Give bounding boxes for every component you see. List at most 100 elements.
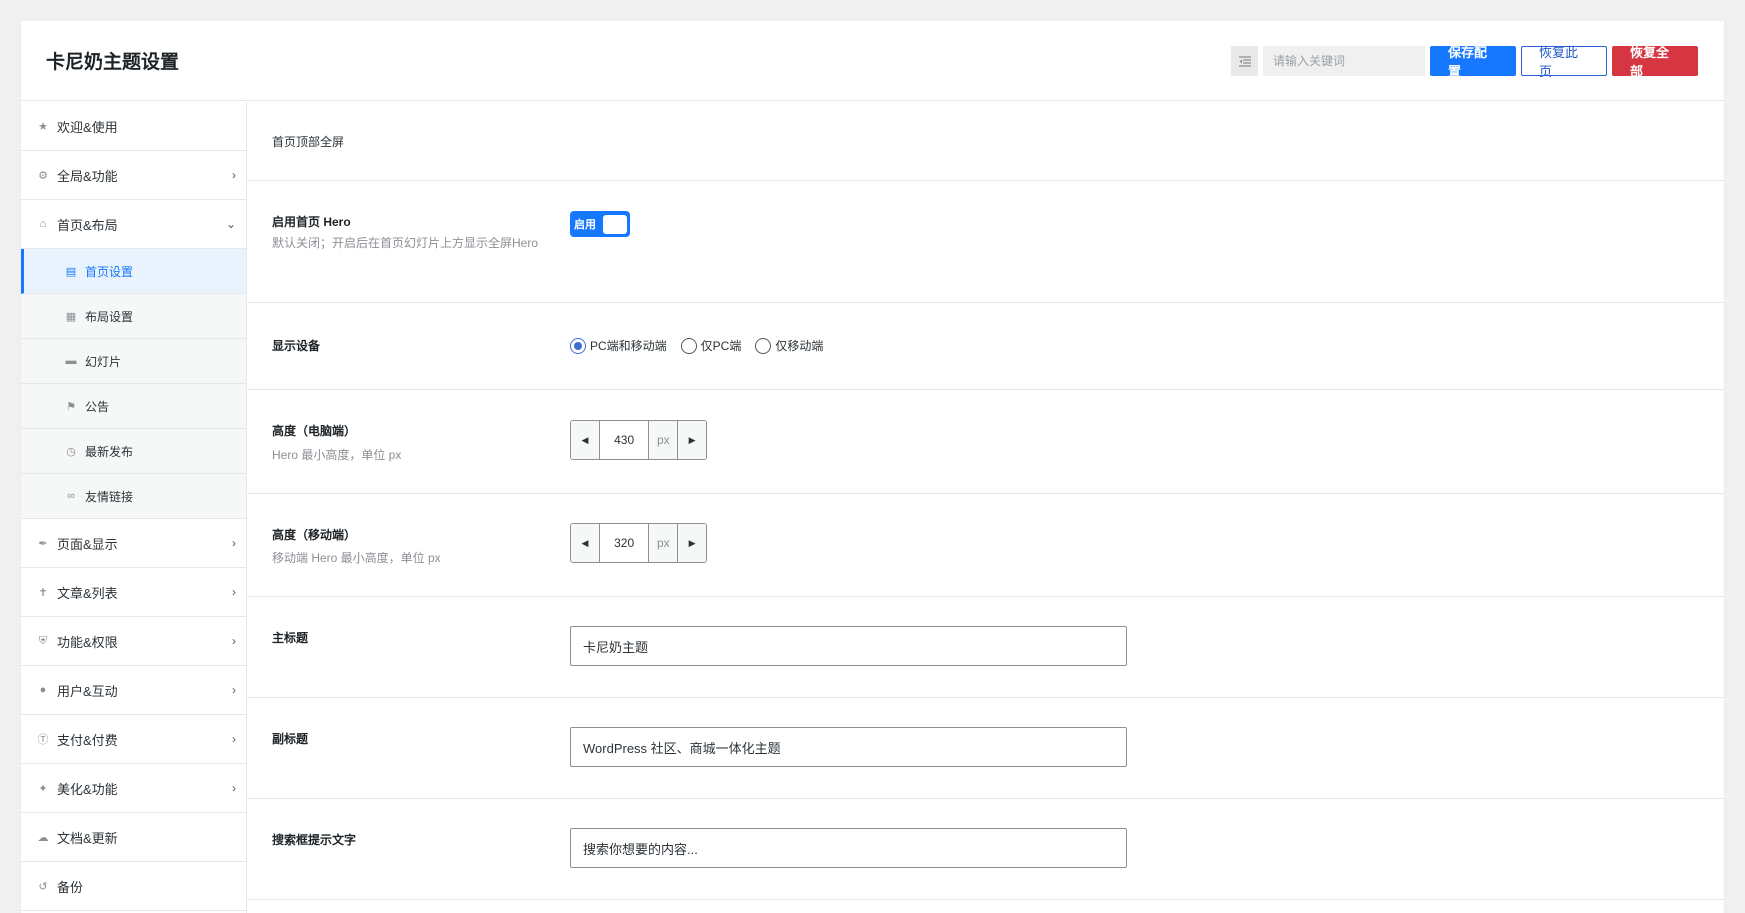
sidebar-subitem-label: 最新发布 xyxy=(85,444,134,459)
sidebar-item-label: 欢迎&使用 xyxy=(57,119,118,135)
height-mobile-label: 高度（移动端） xyxy=(272,528,357,542)
search-hint-label: 搜索框提示文字 xyxy=(272,833,357,847)
chevron-right-icon: › xyxy=(232,732,236,746)
user-icon: ● xyxy=(39,684,47,696)
radio-label: PC端和移动端 xyxy=(590,339,667,353)
caret-left-icon: ◀ xyxy=(581,537,589,548)
gear-icon: ⚙ xyxy=(38,169,48,182)
sidebar: ★ 欢迎&使用 ⚙ 全局&功能 › ⌂ 首页&布局 ⌄ ▤ 首页设置 ▦ 布局设… xyxy=(21,102,247,913)
sidebar-item-backup[interactable]: ↺ 备份 xyxy=(21,862,246,911)
device-label: 显示设备 xyxy=(272,339,321,353)
radio-checked-icon xyxy=(570,337,586,354)
device-radio-group: PC端和移动端 仅PC端 仅移动端 xyxy=(570,337,823,354)
height-mobile-row: 高度（移动端） 移动端 Hero 最小高度，单位 px ◀ 320 px ▶ xyxy=(247,494,1724,597)
search-hint-row: 搜索框提示文字 搜索你想要的内容... xyxy=(247,799,1724,900)
caret-right-icon: ▶ xyxy=(688,537,696,548)
list-collapse-icon xyxy=(1238,55,1251,67)
radio-pc-mobile[interactable]: PC端和移动端 xyxy=(570,337,667,354)
expand-all-button[interactable] xyxy=(1231,46,1258,76)
sidebar-item-welcome[interactable]: ★ 欢迎&使用 xyxy=(21,102,246,151)
sidebar-item-payment[interactable]: Ⓣ 支付&付费 › xyxy=(21,715,246,764)
height-pc-stepper: ◀ 430 px ▶ xyxy=(570,420,707,460)
radio-label: 仅PC端 xyxy=(700,339,742,353)
chevron-right-icon: › xyxy=(232,781,236,795)
history-icon: ↺ xyxy=(38,880,48,893)
decrement-button[interactable]: ◀ xyxy=(571,421,600,459)
sidebar-subitem-slides[interactable]: ▬ 幻灯片 xyxy=(21,339,246,384)
chevron-right-icon: › xyxy=(232,536,236,550)
sidebar-subitem-label: 幻灯片 xyxy=(85,354,122,369)
height-pc-value[interactable]: 430 xyxy=(599,421,649,459)
page-title: 卡尼奶主题设置 xyxy=(46,52,180,73)
sidebar-subitem-announcement[interactable]: ⚑ 公告 xyxy=(21,384,246,429)
sidebar-item-home-layout[interactable]: ⌂ 首页&布局 ⌄ xyxy=(21,200,246,249)
hero-enable-label: 启用首页 Hero xyxy=(272,215,351,229)
hero-enable-toggle[interactable]: 启用 xyxy=(570,211,630,237)
dollar-icon: Ⓣ xyxy=(37,734,49,746)
caret-left-icon: ◀ xyxy=(581,434,589,445)
unit-label: px xyxy=(648,524,678,562)
welcome-icon: ★ xyxy=(38,120,48,133)
increment-button[interactable]: ▶ xyxy=(677,524,706,562)
restore-all-button[interactable]: 恢复全部 xyxy=(1612,45,1698,79)
increment-button[interactable]: ▶ xyxy=(677,421,706,459)
sidebar-item-label: 用户&互动 xyxy=(57,683,118,699)
sub-title-row: 副标题 WordPress 社区、商城一体化主题 xyxy=(247,698,1724,799)
save-config-button[interactable]: 保存配置 xyxy=(1430,45,1516,79)
slides-icon: ▬ xyxy=(65,355,77,367)
magic-icon: ✦ xyxy=(38,782,48,795)
main-title-label: 主标题 xyxy=(272,631,309,645)
sidebar-item-label: 功能&权限 xyxy=(57,634,118,650)
radio-unchecked-icon xyxy=(680,337,697,354)
sidebar-subitem-label: 公告 xyxy=(85,399,110,414)
radio-mobile-only[interactable]: 仅移动端 xyxy=(755,337,823,354)
search-input[interactable] xyxy=(1263,46,1425,76)
sidebar-subitem-links[interactable]: ∞ 友情链接 xyxy=(21,474,246,519)
sidebar-subitem-label: 布局设置 xyxy=(85,309,134,324)
toggle-knob xyxy=(603,214,627,234)
unit-label: px xyxy=(648,421,678,459)
restore-page-button[interactable]: 恢复此页 xyxy=(1521,45,1607,79)
chevron-right-icon: › xyxy=(232,585,236,599)
shield-icon: ⛨ xyxy=(38,634,48,647)
chevron-down-icon: ⌄ xyxy=(225,217,236,231)
height-mobile-value[interactable]: 320 xyxy=(599,524,649,562)
sidebar-item-label: 页面&显示 xyxy=(57,536,118,552)
sidebar-subitem-label: 首页设置 xyxy=(85,264,134,279)
radio-pc-only[interactable]: 仅PC端 xyxy=(680,337,742,354)
sidebar-item-global[interactable]: ⚙ 全局&功能 › xyxy=(21,151,246,200)
main-content: 首页顶部全屏 启用首页 Hero 默认关闭；开启后在首页幻灯片上方显示全屏Her… xyxy=(247,102,1724,913)
sidebar-item-beautify[interactable]: ✦ 美化&功能 › xyxy=(21,764,246,813)
main-title-input[interactable]: 卡尼奶主题 xyxy=(570,626,1127,666)
sidebar-item-label: 美化&功能 xyxy=(57,781,118,797)
sub-title-input[interactable]: WordPress 社区、商城一体化主题 xyxy=(570,727,1127,767)
height-mobile-desc: 移动端 Hero 最小高度，单位 px xyxy=(272,551,441,565)
sidebar-item-label: 备份 xyxy=(57,879,84,895)
toggle-text: 启用 xyxy=(574,219,596,231)
height-pc-row: 高度（电脑端） Hero 最小高度，单位 px ◀ 430 px ▶ xyxy=(247,390,1724,494)
megaphone-icon: ⚑ xyxy=(66,400,76,413)
decrement-button[interactable]: ◀ xyxy=(571,524,600,562)
header-toolbar: 保存配置 恢复此页 恢复全部 xyxy=(1231,45,1698,79)
sidebar-subitem-latest[interactable]: ◷ 最新发布 xyxy=(21,429,246,474)
sidebar-subitem-layout-settings[interactable]: ▦ 布局设置 xyxy=(21,294,246,339)
caret-right-icon: ▶ xyxy=(688,434,696,445)
chevron-right-icon: › xyxy=(232,683,236,697)
height-pc-desc: Hero 最小高度，单位 px xyxy=(272,448,402,462)
sidebar-subitem-label: 友情链接 xyxy=(85,489,134,504)
sidebar-item-users[interactable]: ● 用户&互动 › xyxy=(21,666,246,715)
sidebar-item-permissions[interactable]: ⛨ 功能&权限 › xyxy=(21,617,246,666)
sidebar-item-label: 文章&列表 xyxy=(57,585,118,601)
link-icon: ∞ xyxy=(67,490,75,502)
hero-enable-row: 启用首页 Hero 默认关闭；开启后在首页幻灯片上方显示全屏Hero 启用 xyxy=(247,181,1724,303)
home-icon: ⌂ xyxy=(39,218,47,230)
hero-enable-desc: 默认关闭；开启后在首页幻灯片上方显示全屏Hero xyxy=(272,236,539,250)
sidebar-item-docs[interactable]: ☁ 文档&更新 xyxy=(21,813,246,862)
chevron-right-icon: › xyxy=(232,634,236,648)
pin-icon: ✝ xyxy=(38,586,48,599)
sidebar-item-page-display[interactable]: ✒ 页面&显示 › xyxy=(21,519,246,568)
settings-panel: 卡尼奶主题设置 保存配置 恢复此页 恢复全部 ★ 欢迎&使用 ⚙ 全局&功能 ›… xyxy=(21,21,1724,913)
search-hint-input[interactable]: 搜索你想要的内容... xyxy=(570,828,1127,868)
sidebar-subitem-home-settings[interactable]: ▤ 首页设置 xyxy=(21,249,246,294)
sidebar-item-posts-list[interactable]: ✝ 文章&列表 › xyxy=(21,568,246,617)
